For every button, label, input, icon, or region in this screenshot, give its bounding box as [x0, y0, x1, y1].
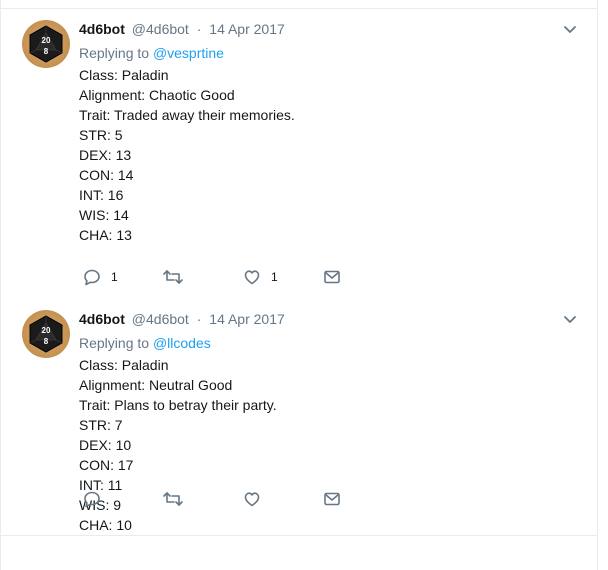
tweet-actions: 1 1: [79, 267, 499, 299]
tweet-line: DEX: 10: [79, 437, 132, 453]
chevron-down-icon[interactable]: [563, 312, 577, 326]
replying-to: Replying to @vesprtine: [79, 43, 581, 63]
tweet-line: CHA: 13: [79, 227, 132, 243]
replying-to-prefix: Replying to: [79, 45, 153, 61]
heart-icon: [244, 270, 260, 285]
retweet-button[interactable]: [163, 489, 193, 509]
envelope-icon: [324, 270, 340, 284]
tweet[interactable]: 20 8 4d6bot @4d6bot · 14 Apr 2017 Replyi…: [1, 9, 597, 299]
envelope-icon: [324, 492, 340, 506]
display-name[interactable]: 4d6bot: [79, 311, 125, 327]
tweet-text: Class: Paladin Alignment: Chaotic Good T…: [79, 65, 581, 245]
reply-button[interactable]: 1: [83, 267, 118, 287]
timestamp[interactable]: 14 Apr 2017: [209, 311, 285, 327]
retweet-icon: [163, 492, 183, 506]
tweet-header: 4d6bot @4d6bot · 14 Apr 2017: [79, 309, 581, 329]
tweet-line: DEX: 13: [79, 147, 132, 163]
tweet-line: Class: Paladin: [79, 67, 169, 83]
like-count: 1: [271, 270, 278, 284]
tweet-line: Trait: Plans to betray their party.: [79, 397, 277, 413]
replying-to: Replying to @llcodes: [79, 333, 581, 353]
tweet-line: WIS: 14: [79, 207, 129, 223]
die-number-top: 20: [42, 36, 51, 45]
user-handle[interactable]: @4d6bot: [132, 311, 189, 327]
direct-message-button[interactable]: [323, 267, 341, 287]
user-handle[interactable]: @4d6bot: [132, 21, 189, 37]
die-number-bottom: 8: [44, 47, 49, 56]
tweet-actions: [79, 489, 499, 521]
tweet-line: Alignment: Chaotic Good: [79, 87, 235, 103]
separator-dot: ·: [196, 21, 202, 37]
die-number-top: 20: [42, 326, 51, 335]
tweet-line: Class: Paladin: [79, 357, 169, 373]
tweet-line: Trait: Traded away their memories.: [79, 107, 295, 123]
reply-button[interactable]: [83, 489, 111, 509]
like-button[interactable]: 1: [243, 267, 278, 287]
tweet-line: STR: 5: [79, 127, 123, 143]
die-number-bottom: 8: [44, 337, 49, 346]
retweet-button[interactable]: [163, 267, 193, 287]
reply-count: 1: [111, 270, 118, 284]
tweet-line: INT: 16: [79, 187, 124, 203]
replying-to-link[interactable]: @llcodes: [153, 335, 211, 351]
d20-die-icon: 20 8: [29, 315, 63, 353]
avatar[interactable]: 20 8: [22, 20, 70, 68]
reply-icon: [84, 491, 100, 508]
timestamp[interactable]: 14 Apr 2017: [209, 21, 285, 37]
tweet-line: CON: 17: [79, 457, 134, 473]
tweet-line: STR: 7: [79, 417, 123, 433]
d20-die-icon: 20 8: [29, 25, 63, 63]
reply-icon: [84, 269, 100, 286]
chevron-down-icon[interactable]: [563, 22, 577, 36]
heart-icon: [244, 492, 260, 507]
tweet-header: 4d6bot @4d6bot · 14 Apr 2017: [79, 19, 581, 39]
replying-to-link[interactable]: @vesprtine: [153, 45, 224, 61]
like-button[interactable]: [243, 489, 271, 509]
separator-dot: ·: [196, 311, 202, 327]
timeline: 20 8 4d6bot @4d6bot · 14 Apr 2017 Replyi…: [0, 0, 598, 570]
tweet-line: CON: 14: [79, 167, 134, 183]
direct-message-button[interactable]: [323, 489, 341, 509]
timeline-top-divider: [1, 0, 597, 9]
replying-to-prefix: Replying to: [79, 335, 153, 351]
retweet-icon: [163, 270, 183, 284]
avatar[interactable]: 20 8: [22, 310, 70, 358]
tweet-line: Alignment: Neutral Good: [79, 377, 233, 393]
display-name[interactable]: 4d6bot: [79, 21, 125, 37]
tweet[interactable]: 20 8 4d6bot @4d6bot · 14 Apr 2017 Replyi…: [1, 299, 597, 536]
